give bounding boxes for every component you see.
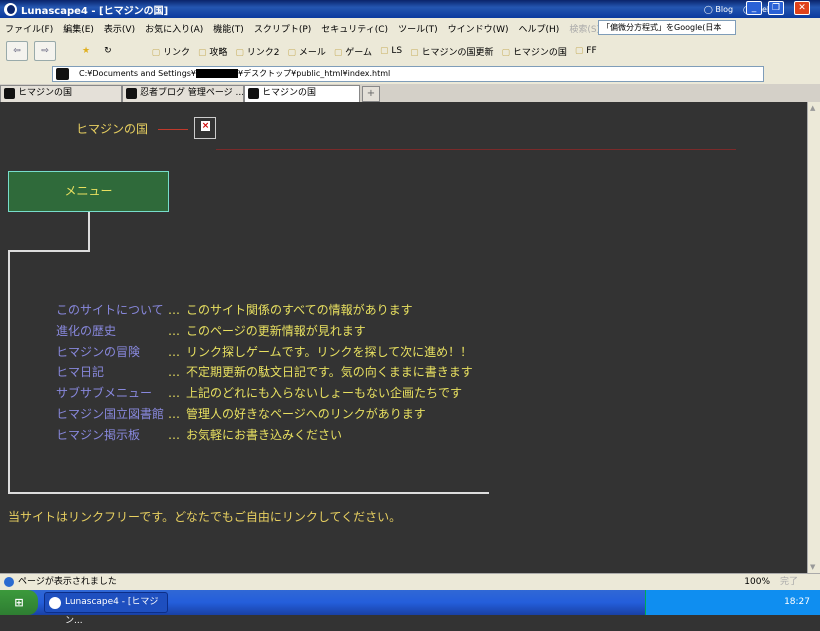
status-text: ページが表示されました (18, 577, 117, 587)
site-title: ヒマジンの国 (76, 122, 149, 136)
blog-link[interactable]: Blog (704, 5, 733, 14)
maximize-button[interactable]: ❐ (768, 1, 784, 15)
address-input[interactable]: C:¥Documents and Settings¥ ¥デスクトップ¥public… (52, 66, 764, 82)
favorites-star-icon[interactable]: ★ (82, 46, 90, 56)
list-item: ヒマジンの冒険… リンク探しゲームです。リンクを探して次に進め！！ (56, 342, 473, 363)
list-item: ヒマジン国立図書館… 管理人の好きなページへのリンクがあります (56, 404, 473, 425)
bookmark-koryaku[interactable]: 攻略 (198, 45, 227, 58)
link-description: お気軽にお書き込みください (186, 427, 343, 442)
link-history[interactable]: 進化の歴史 (56, 321, 168, 342)
redacted-username (196, 69, 239, 78)
address-suffix: ¥デスクトップ¥public_html¥index.html (238, 69, 391, 78)
menu-tools[interactable]: ツール(T) (393, 22, 443, 35)
menu-link-list: このサイトについて… このサイト関係のすべての情報があります 進化の歴史… このペー… (56, 300, 473, 446)
page-content: ヒマジンの国 メニュー このサイトについて…このサイト関係のすべての情報がありま… (0, 102, 807, 573)
menu-security[interactable]: セキュリティ(C) (316, 22, 393, 35)
link-description: 管理人の好きなページへのリンクがあります (186, 406, 426, 421)
bookmark-himajin[interactable]: ヒマジンの国 (502, 45, 567, 58)
link-description: 不定期更新の駄文日記です。気の向くままに書きます (186, 365, 473, 380)
status-bar: ページが表示されました 100% 完了 (0, 573, 820, 590)
link-diary[interactable]: ヒマ日記 (56, 362, 168, 383)
bookmark-game[interactable]: ゲーム (334, 45, 372, 58)
header-rule (216, 149, 736, 150)
bookmark-link2[interactable]: リンク2 (235, 45, 280, 58)
menu-edit[interactable]: 編集(E) (58, 22, 99, 35)
minimize-button[interactable]: _ (746, 1, 762, 15)
tree-line (8, 250, 10, 494)
menu-file[interactable]: ファイル(F) (0, 22, 58, 35)
clock: 18:27 (784, 597, 810, 607)
link-library[interactable]: ヒマジン国立図書館 (56, 404, 168, 425)
tree-line (8, 492, 489, 494)
tree-line (88, 212, 90, 252)
list-item: ヒマジン掲示板… お気軽にお書き込みください (56, 425, 473, 446)
link-description: 上記のどれにも入らないしょーもない企画たちです (186, 386, 463, 401)
new-tab-button[interactable]: + (362, 86, 380, 102)
close-button[interactable]: ✕ (794, 1, 810, 15)
bookmark-himajin-update[interactable]: ヒマジンの国更新 (410, 45, 494, 58)
title-divider (158, 129, 188, 130)
load-status: 完了 (779, 577, 798, 587)
system-tray: 18:27 (645, 590, 820, 615)
lunascape-logo-icon (4, 2, 17, 16)
page-favicon-icon (56, 68, 69, 80)
address-prefix: C:¥Documents and Settings¥ (79, 69, 197, 78)
menu-script[interactable]: スクリプト(P) (249, 22, 316, 35)
link-about[interactable]: このサイトについて (56, 300, 168, 321)
link-description: このサイト関係のすべての情報があります (186, 303, 413, 317)
address-bar: C:¥Documents and Settings¥ ¥デスクトップ¥public… (0, 64, 820, 84)
taskbar: ⊞ Lunascape4 - [ヒマジン... 18:27 (0, 590, 820, 626)
list-item: このサイトについて… このサイト関係のすべての情報があります (56, 300, 473, 321)
bookmark-link[interactable]: リンク (152, 45, 190, 58)
tab-bar: ヒマジンの国 忍者ブログ 管理ページ ... ヒマジンの国 + (0, 84, 820, 102)
menu-heading-box: メニュー (8, 171, 169, 212)
link-sub-menu[interactable]: サブサブメニュー (56, 383, 168, 404)
list-item: サブサブメニュー… 上記のどれにも入らないしょーもない企画たちです (56, 383, 473, 404)
taskbar-lunascape[interactable]: Lunascape4 - [ヒマジン... (44, 592, 168, 626)
tab-ninja-blog[interactable]: 忍者ブログ 管理ページ ... (122, 85, 244, 102)
tab-himajin-active[interactable]: ヒマジンの国 (244, 85, 360, 102)
tree-line (8, 250, 90, 252)
bookmark-ff[interactable]: FF (575, 46, 596, 56)
link-description: このページの更新情報が見れます (186, 323, 366, 338)
search-input[interactable]: 「偏微分方程式」をGoogle(日本 (598, 20, 736, 35)
toolbar: ⇦ ⇨ ★ ↻ リンク 攻略 リンク2 メール ゲーム LS ヒマジンの国更新 … (0, 38, 820, 64)
link-bbs[interactable]: ヒマジン掲示板 (56, 425, 168, 446)
link-description: リンク探しゲームです。リンクを探して次に進め！！ (186, 344, 473, 359)
zoom-level[interactable]: 100% (744, 574, 770, 590)
window-title: Lunascape4 - [ヒマジンの国] (21, 5, 169, 17)
link-adventure[interactable]: ヒマジンの冒険 (56, 342, 168, 363)
bookmark-ls[interactable]: LS (380, 46, 402, 56)
menu-functions[interactable]: 機能(T) (208, 22, 249, 35)
forward-button[interactable]: ⇨ (34, 41, 56, 61)
menu-window[interactable]: ウインドウ(W) (443, 22, 514, 35)
menu-help[interactable]: ヘルプ(H) (514, 22, 565, 35)
start-button[interactable]: ⊞ (0, 590, 38, 615)
link-free-notice: 当サイトはリンクフリーです。どなたでもご自由にリンクしてください。 (8, 510, 402, 524)
menu-favorites[interactable]: お気に入り(A) (140, 22, 208, 35)
vertical-scrollbar[interactable] (807, 102, 820, 573)
tab-himajin-1[interactable]: ヒマジンの国 (0, 85, 122, 102)
bookmark-mail[interactable]: メール (288, 45, 326, 58)
list-item: 進化の歴史… このページの更新情報が見れます (56, 321, 473, 342)
back-button[interactable]: ⇦ (6, 41, 28, 61)
title-bar: Lunascape4 - [ヒマジンの国] Blog Web _ ❐ ✕ (0, 0, 820, 18)
broken-image-icon (194, 117, 216, 139)
menu-view[interactable]: 表示(V) (99, 22, 140, 35)
reload-icon[interactable]: ↻ (104, 46, 112, 56)
list-item: ヒマ日記… 不定期更新の駄文日記です。気の向くままに書きます (56, 362, 473, 383)
